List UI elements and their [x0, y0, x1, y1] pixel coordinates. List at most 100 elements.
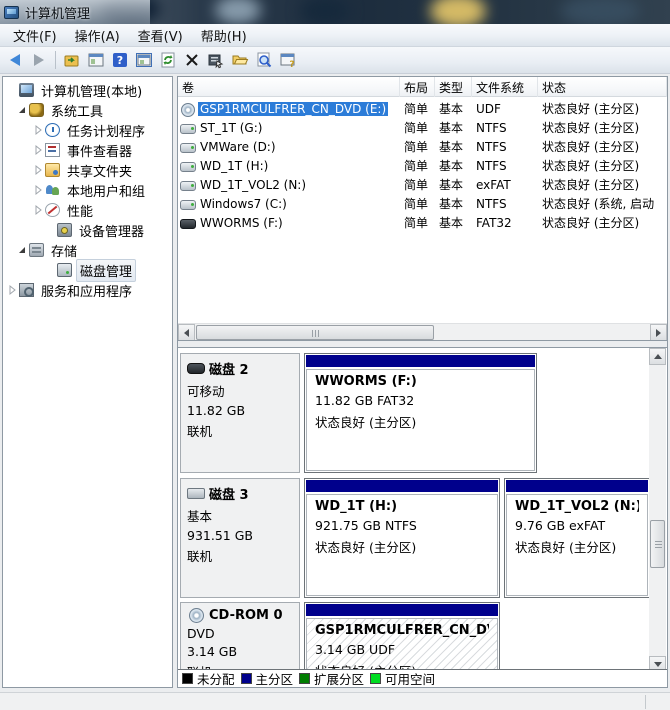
- open-folder-icon[interactable]: [229, 49, 251, 71]
- drive-volume-icon: [180, 140, 196, 154]
- volume-row-g[interactable]: ST_1T (G:) 简单 基本 NTFS 状态良好 (主分区): [178, 118, 667, 137]
- volume-row-d[interactable]: VMWare (D:) 简单 基本 NTFS 状态良好 (主分区): [178, 137, 667, 156]
- menu-file[interactable]: 文件(F): [4, 24, 66, 47]
- computer-management-window: 计算机管理 文件(F) 操作(A) 查看(V) 帮助(H) ?: [0, 0, 670, 710]
- window-title: 计算机管理: [25, 3, 90, 22]
- disk-management-pane: 卷 布局 类型 文件系统 状态 GSP1RMCULFRER_CN_DVD (E:…: [177, 76, 668, 688]
- properties-icon[interactable]: [205, 49, 227, 71]
- primary-partition-swatch: [241, 673, 252, 684]
- column-header-volume[interactable]: 卷: [178, 77, 400, 97]
- clock-icon: [45, 123, 60, 137]
- menu-action[interactable]: 操作(A): [66, 24, 129, 47]
- volume-row-e[interactable]: GSP1RMCULFRER_CN_DVD (E:) 简单 基本 UDF 状态良好…: [178, 99, 667, 118]
- help-window-icon[interactable]: ?: [277, 49, 299, 71]
- extended-partition-swatch: [299, 673, 310, 684]
- collapsed-arrow-icon[interactable]: [32, 204, 44, 216]
- tree-item-device-manager[interactable]: 设备管理器: [3, 220, 172, 240]
- drive-volume-icon: [180, 178, 196, 192]
- console-window-alt-icon[interactable]: [133, 49, 155, 71]
- help-icon[interactable]: ?: [109, 49, 131, 71]
- console-window-icon[interactable]: [85, 49, 107, 71]
- column-header-layout[interactable]: 布局: [400, 77, 435, 97]
- toolbar: ? ?: [0, 47, 670, 74]
- tree-item-performance[interactable]: 性能: [3, 200, 172, 220]
- find-icon[interactable]: [253, 49, 275, 71]
- tree-item-disk-management[interactable]: 磁盘管理: [3, 260, 172, 280]
- legend-primary-partition: 主分区: [241, 669, 294, 687]
- console-tree: 计算机管理(本地) 系统工具 任务计划程序 事件查看器 共享文件夹: [2, 76, 173, 688]
- drive-volume-icon: [180, 159, 196, 173]
- drive-volume-icon: [180, 121, 196, 135]
- tree-item-event-viewer[interactable]: 事件查看器: [3, 140, 172, 160]
- title-bar[interactable]: 计算机管理: [0, 0, 670, 24]
- legend-free-space: 可用空间: [370, 669, 435, 687]
- primary-partition-bar: [306, 604, 498, 616]
- tree-item-shared-folders[interactable]: 共享文件夹: [3, 160, 172, 180]
- cd-volume-icon: [180, 102, 196, 116]
- tree-item-task-scheduler[interactable]: 任务计划程序: [3, 120, 172, 140]
- menu-help[interactable]: 帮助(H): [192, 24, 256, 47]
- vertical-scroll-thumb[interactable]: [650, 520, 665, 568]
- column-header-filesystem[interactable]: 文件系统: [472, 77, 538, 97]
- menu-view[interactable]: 查看(V): [129, 24, 192, 47]
- status-bar: [0, 692, 670, 710]
- collapsed-arrow-icon[interactable]: [32, 124, 44, 136]
- back-arrow-icon[interactable]: [4, 49, 26, 71]
- dark-drive-volume-icon: [180, 216, 196, 230]
- pane-splitter[interactable]: [178, 340, 667, 348]
- primary-partition-bar: [506, 480, 648, 492]
- legend-unallocated: 未分配: [182, 669, 235, 687]
- column-header-type[interactable]: 类型: [435, 77, 472, 97]
- partition-wworms[interactable]: WWORMS (F:) 11.82 GB FAT32 状态良好 (主分区): [304, 353, 537, 473]
- partition-wd-1t-vol2[interactable]: WD_1T_VOL2 (N:) 9.76 GB exFAT 状态良好 (主分区): [504, 478, 650, 598]
- tools-icon: [29, 103, 44, 117]
- expanded-arrow-icon[interactable]: [16, 104, 28, 116]
- tree-item-computer-management[interactable]: 计算机管理(本地): [3, 80, 172, 100]
- tree-item-services-applications[interactable]: 服务和应用程序: [3, 280, 172, 300]
- svg-text:?: ?: [289, 60, 294, 69]
- unallocated-swatch: [182, 673, 193, 684]
- users-icon: [45, 183, 60, 197]
- volume-row-h[interactable]: WD_1T (H:) 简单 基本 NTFS 状态良好 (主分区): [178, 156, 667, 175]
- shared-folder-icon: [45, 163, 60, 177]
- event-log-icon: [45, 143, 60, 157]
- collapsed-arrow-icon[interactable]: [32, 184, 44, 196]
- tree-item-storage[interactable]: 存储: [3, 240, 172, 260]
- partition-legend: 未分配 主分区 扩展分区 可用空间: [178, 669, 667, 687]
- collapsed-arrow-icon[interactable]: [32, 144, 44, 156]
- disk-2-label[interactable]: 磁盘 2 可移动 11.82 GB 联机: [180, 353, 300, 473]
- collapsed-arrow-icon[interactable]: [32, 164, 44, 176]
- basic-disk-icon: [187, 488, 205, 499]
- scroll-up-button[interactable]: [649, 348, 666, 365]
- volume-row-c[interactable]: Windows7 (C:) 简单 基本 NTFS 状态良好 (系统, 启动: [178, 194, 667, 213]
- column-header-status[interactable]: 状态: [538, 77, 667, 97]
- tree-item-local-users-groups[interactable]: 本地用户和组: [3, 180, 172, 200]
- volume-list: GSP1RMCULFRER_CN_DVD (E:) 简单 基本 UDF 状态良好…: [178, 99, 667, 232]
- show-console-tree-icon[interactable]: [61, 49, 83, 71]
- app-icon: [4, 6, 19, 19]
- primary-partition-bar: [306, 355, 535, 367]
- horizontal-scrollbar[interactable]: [178, 323, 667, 340]
- computer-icon: [19, 83, 34, 97]
- delete-icon[interactable]: [181, 49, 203, 71]
- performance-icon: [45, 203, 60, 217]
- volume-row-n[interactable]: WD_1T_VOL2 (N:) 简单 基本 exFAT 状态良好 (主分区): [178, 175, 667, 194]
- disk-2-row: 磁盘 2 可移动 11.82 GB 联机 WWORMS (F:) 11.82 G…: [180, 353, 650, 474]
- legend-extended-partition: 扩展分区: [299, 669, 364, 687]
- scroll-right-button[interactable]: [650, 324, 667, 341]
- forward-arrow-icon[interactable]: [28, 49, 50, 71]
- collapsed-arrow-icon[interactable]: [6, 284, 18, 296]
- expanded-arrow-icon[interactable]: [16, 244, 28, 256]
- device-manager-icon: [57, 223, 72, 237]
- scroll-left-button[interactable]: [178, 324, 195, 341]
- tree-item-system-tools[interactable]: 系统工具: [3, 100, 172, 120]
- refresh-icon[interactable]: [157, 49, 179, 71]
- partition-wd-1t[interactable]: WD_1T (H:) 921.75 GB NTFS 状态良好 (主分区): [304, 478, 500, 598]
- storage-icon: [29, 243, 44, 257]
- disk-3-label[interactable]: 磁盘 3 基本 931.51 GB 联机: [180, 478, 300, 598]
- free-space-swatch: [370, 673, 381, 684]
- horizontal-scroll-thumb[interactable]: [196, 325, 434, 340]
- vertical-scrollbar[interactable]: [649, 348, 666, 673]
- volume-row-f[interactable]: WWORMS (F:) 简单 基本 FAT32 状态良好 (主分区): [178, 213, 667, 232]
- cd-rom-icon: [187, 610, 205, 621]
